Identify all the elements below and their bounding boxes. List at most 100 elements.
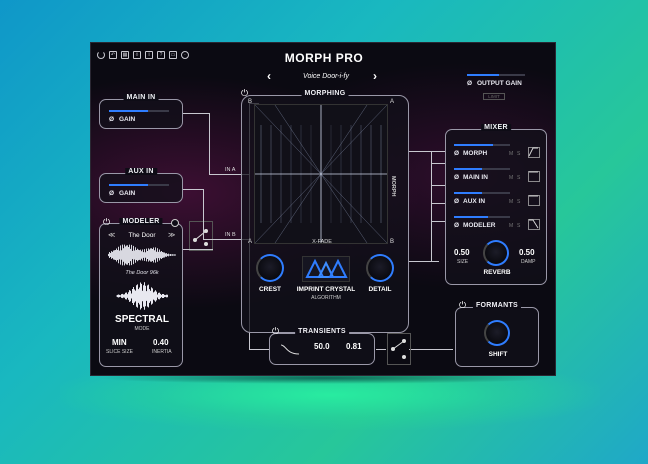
- shift-knob[interactable]: [484, 320, 510, 346]
- grid-icon[interactable]: ▦: [121, 51, 129, 59]
- limit-label: LIMIT: [488, 94, 500, 99]
- shield-icon[interactable]: ◊: [133, 51, 141, 59]
- mixer-channel-fill: [454, 144, 494, 146]
- envelope-shape-icon[interactable]: [528, 219, 540, 230]
- modeler-panel: ⏻ MODELER ≪ The Door ≫ The Door 96k SPEC…: [99, 217, 184, 367]
- envelope-shape-icon[interactable]: [528, 171, 540, 182]
- transient-curve-icon[interactable]: [280, 342, 300, 356]
- aux-in-gain-slider[interactable]: [109, 184, 169, 186]
- solo-button[interactable]: S: [517, 199, 520, 205]
- algorithm-icon[interactable]: [302, 256, 350, 282]
- aux-in-phase-icon[interactable]: Ø: [109, 190, 114, 197]
- preset-next-button[interactable]: ›: [373, 69, 377, 83]
- transients-power-icon[interactable]: ⏻: [272, 326, 279, 337]
- preset-name[interactable]: Voice Door-i-fy: [281, 73, 371, 80]
- morphing-panel: ⏻ MORPHING MORPH B A A B X-FADE CREST IM…: [241, 88, 409, 333]
- mixer-channel-slider[interactable]: [454, 192, 510, 194]
- info-icon[interactable]: i: [145, 51, 153, 59]
- mixer-channel-label: MORPH: [463, 150, 488, 157]
- sample-waveform: [108, 244, 176, 266]
- reverb-damp-value[interactable]: 0.50: [519, 248, 535, 257]
- aux-in-title: AUX IN: [125, 168, 157, 175]
- xy-pad[interactable]: B A A B X-FADE: [248, 99, 394, 245]
- reverb-size-value[interactable]: 0.50: [454, 248, 470, 257]
- modeler-source-next[interactable]: ≫: [168, 231, 175, 239]
- mute-button[interactable]: M: [509, 223, 513, 229]
- modeler-source-prev[interactable]: ≪: [108, 231, 115, 239]
- wire: [431, 203, 445, 204]
- wire: [431, 151, 432, 261]
- morphing-power-icon[interactable]: ⏻: [241, 88, 248, 99]
- detail-knob[interactable]: [366, 254, 394, 282]
- xy-pad-graphic: [254, 104, 388, 244]
- mixer-title: MIXER: [481, 124, 511, 131]
- crest-knob[interactable]: [256, 254, 284, 282]
- corner-b-top-left: B: [248, 99, 253, 105]
- inertia-value[interactable]: 0.40: [153, 338, 169, 347]
- transient-value-2[interactable]: 0.81: [346, 342, 362, 351]
- plugin-window: ↶ ▦ ◊ i ? ▭ · MORPH PRO ‹ Voice Door-i-f…: [90, 42, 556, 376]
- mixer-channel-morph: Ø MORPH M S: [446, 142, 548, 164]
- wire: [409, 261, 439, 262]
- mute-button[interactable]: M: [509, 151, 513, 157]
- wire: [249, 349, 269, 350]
- algorithm-name[interactable]: IMPRINT CRYSTAL: [282, 286, 370, 293]
- routing-switch-left-icon: [193, 229, 208, 246]
- mixer-phase-icon[interactable]: Ø: [454, 222, 459, 229]
- formants-power-icon[interactable]: ⏻: [459, 300, 466, 311]
- mute-button[interactable]: M: [509, 175, 513, 181]
- mixer-channel-slider[interactable]: [454, 216, 510, 218]
- main-in-gain-slider[interactable]: [109, 110, 169, 112]
- wire: [183, 113, 209, 114]
- main-in-gain-label: GAIN: [119, 116, 136, 123]
- detail-label: DETAIL: [368, 286, 392, 293]
- reverb-damp-label: DAMP: [521, 259, 536, 265]
- wire: [183, 249, 213, 250]
- envelope-shape-icon[interactable]: [528, 147, 540, 158]
- modeler-title: MODELER: [119, 218, 163, 225]
- limit-button[interactable]: LIMIT: [483, 93, 505, 100]
- routing-switch-right[interactable]: [387, 333, 411, 365]
- slice-size-value[interactable]: MIN: [112, 338, 127, 347]
- power-icon[interactable]: [97, 51, 105, 59]
- routing-switch-left[interactable]: [189, 221, 213, 251]
- output-gain-slider[interactable]: [467, 74, 525, 76]
- output-phase-icon[interactable]: Ø: [467, 80, 472, 87]
- mixer-channel-slider[interactable]: [454, 144, 510, 146]
- wire: [409, 349, 453, 350]
- mixer-channel-slider[interactable]: [454, 168, 510, 170]
- copy-icon[interactable]: ▭: [169, 51, 177, 59]
- undo-icon[interactable]: ↶: [109, 51, 117, 59]
- output-gain-label: OUTPUT GAIN: [477, 80, 522, 87]
- solo-button[interactable]: S: [517, 151, 520, 157]
- morphing-title: MORPHING: [301, 90, 349, 97]
- settings-icon[interactable]: ·: [181, 51, 189, 59]
- solo-button[interactable]: S: [517, 223, 520, 229]
- envelope-shape-icon[interactable]: [528, 195, 540, 206]
- modeler-source[interactable]: The Door: [118, 232, 166, 239]
- aux-in-panel: AUX IN Ø GAIN: [99, 168, 183, 203]
- mixer-channel-label: AUX IN: [463, 198, 486, 205]
- preset-prev-button[interactable]: ‹: [267, 69, 271, 83]
- mute-button[interactable]: M: [509, 199, 513, 205]
- transient-value-1[interactable]: 50.0: [314, 342, 330, 351]
- main-in-title: MAIN IN: [123, 94, 159, 101]
- slice-size-label: SLICE SIZE: [106, 349, 133, 355]
- mixer-phase-icon[interactable]: Ø: [454, 174, 459, 181]
- mixer-channel-fill: [454, 168, 482, 170]
- app-title: MORPH PRO: [284, 51, 364, 65]
- main-in-phase-icon[interactable]: Ø: [109, 116, 114, 123]
- mixer-phase-icon[interactable]: Ø: [454, 198, 459, 205]
- mode-value[interactable]: SPECTRAL: [100, 314, 184, 325]
- reverb-knob[interactable]: [483, 240, 509, 266]
- reverb-label: REVERB: [483, 269, 511, 276]
- help-icon[interactable]: ?: [157, 51, 165, 59]
- mixer-phase-icon[interactable]: Ø: [454, 150, 459, 157]
- modeler-toggle-icon[interactable]: [171, 219, 179, 227]
- solo-button[interactable]: S: [517, 175, 520, 181]
- xfade-label: X-FADE: [312, 239, 332, 245]
- in-b-label: IN B: [225, 232, 236, 238]
- sample-name: The Door 96k: [125, 270, 159, 276]
- modeler-power-icon[interactable]: ⏻: [103, 217, 110, 228]
- aux-in-gain-label: GAIN: [119, 190, 136, 197]
